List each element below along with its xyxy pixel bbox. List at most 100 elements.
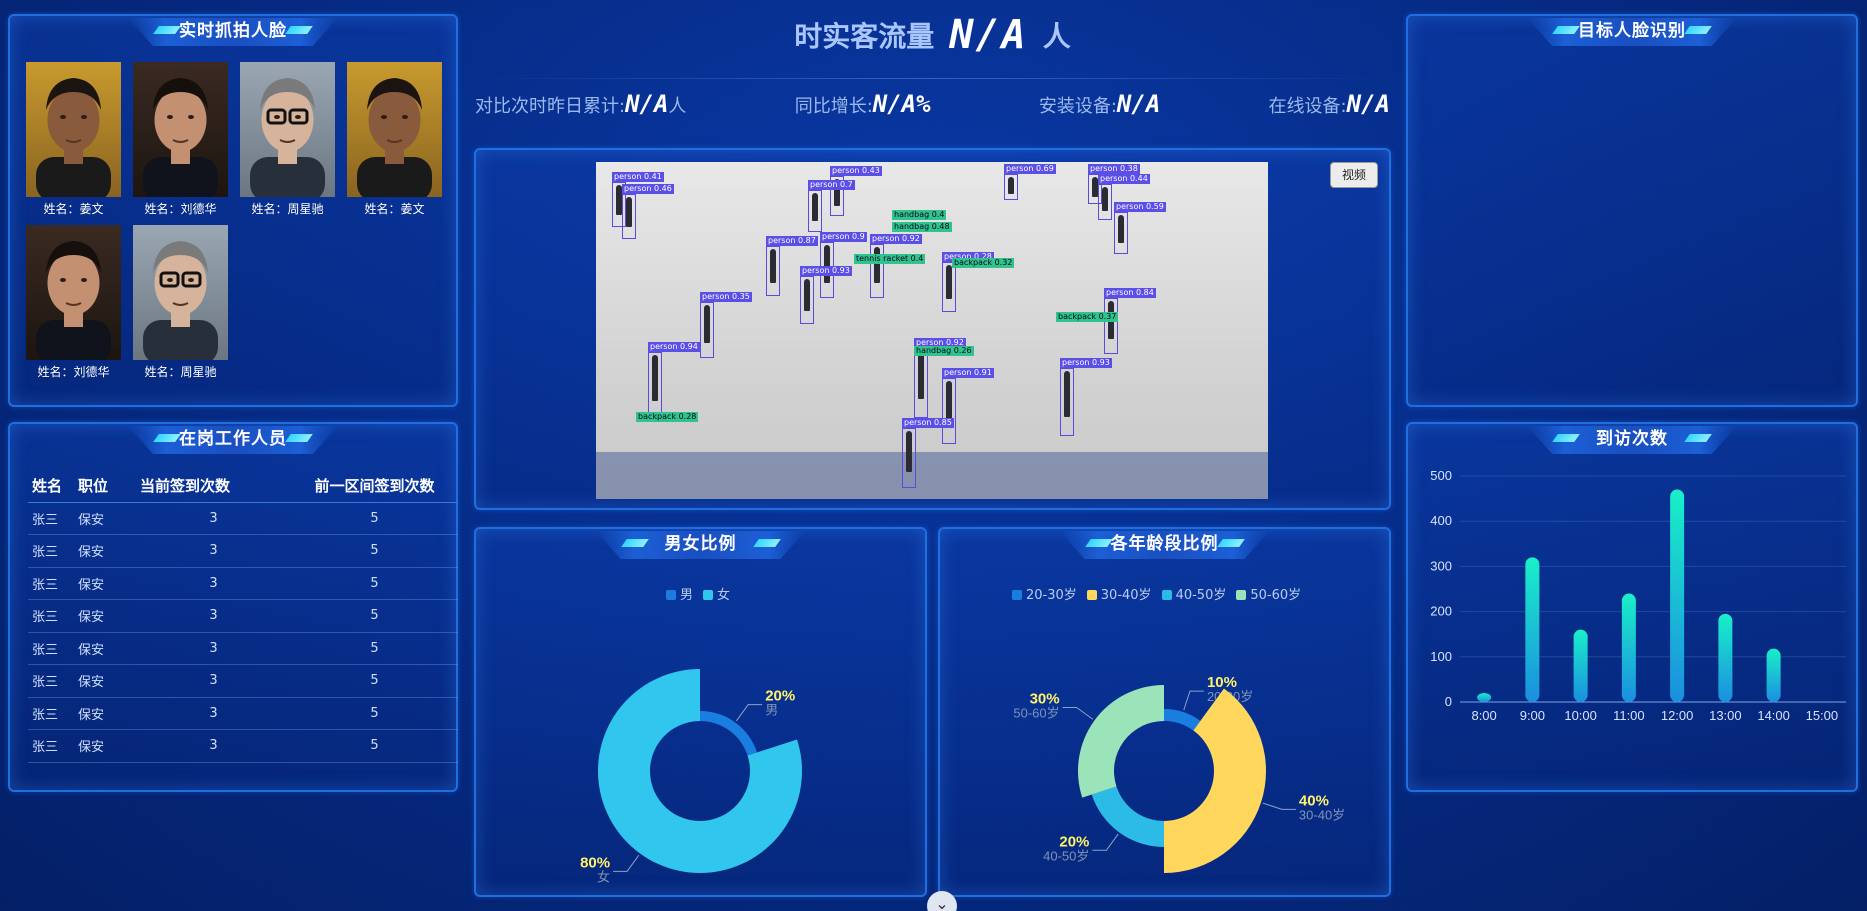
x-tick-label: 14:00 [1757, 708, 1790, 723]
face-card[interactable]: 姓名：姜文 [347, 62, 442, 217]
bar[interactable] [1573, 629, 1588, 702]
col-position: 职位 [74, 470, 136, 503]
face-name: 姓名：刘德华 [144, 202, 217, 216]
donut-slice[interactable] [1091, 786, 1164, 847]
cell-name: 张三 [28, 664, 74, 698]
table-header-row: 姓名 职位 当前签到次数 前一区间签到次数 [28, 470, 458, 503]
face-card[interactable]: 姓名：周星驰 [133, 225, 228, 380]
bar[interactable] [1621, 593, 1636, 702]
table-row[interactable]: 张三 保安 3 5 [28, 534, 458, 568]
cell-name: 张三 [28, 502, 74, 535]
stat-item: 同比增长:N/A% [795, 90, 931, 118]
col-current-checkins: 当前签到次数 [136, 470, 291, 503]
donut-slice[interactable] [1164, 709, 1201, 731]
cell-current-checkins: 3 [136, 729, 291, 763]
detection-label: person 0.87 [766, 236, 818, 246]
x-tick-label: 15:00 [1806, 708, 1839, 723]
label-leader-line [1062, 707, 1094, 720]
traffic-label: 时实客流量 [794, 20, 935, 53]
detection-box [648, 352, 662, 420]
table-row[interactable]: 张三 保安 3 5 [28, 697, 458, 730]
donut-slice[interactable] [700, 711, 758, 756]
donut-slice[interactable] [1078, 685, 1164, 798]
detection-label: person 0.92 [870, 234, 922, 244]
visits-panel: 到访次数 0 100 200 300 400 500 8:00 9:00 10:00 11:00 1… [1406, 422, 1858, 792]
x-tick-label: 12:00 [1661, 708, 1694, 723]
visits-panel-title: 到访次数 [1527, 426, 1737, 454]
detection-label: person 0.69 [1004, 164, 1056, 174]
cell-previous-checkins: 5 [291, 632, 458, 665]
face-card[interactable]: 姓名：周星驰 [240, 62, 335, 217]
detection-box [942, 378, 956, 444]
detection-box [1114, 212, 1128, 254]
table-row[interactable]: 张三 保安 3 5 [28, 599, 458, 633]
header-divider [475, 78, 1390, 79]
detection-box [902, 428, 916, 488]
cell-previous-checkins: 5 [291, 599, 458, 633]
cell-position: 保安 [74, 502, 136, 535]
y-tick-label: 400 [1430, 513, 1452, 528]
face-photo [240, 62, 335, 197]
label-leader-line [1092, 833, 1119, 851]
stat-unit: 人 [668, 96, 687, 117]
bar[interactable] [1766, 648, 1781, 702]
traffic-unit: 人 [1042, 20, 1071, 53]
x-tick-label: 9:00 [1520, 708, 1545, 723]
detection-label: person 0.93 [1060, 358, 1112, 368]
staff-panel-title: 在岗工作人员 [128, 426, 338, 454]
target-face-panel-title: 目标人脸识别 [1527, 18, 1737, 46]
y-tick-label: 500 [1430, 468, 1452, 483]
traffic-header: 时实客流量 N/A 人 [475, 12, 1390, 72]
age-donut-chart: 10%20-30岁40%30-40岁20%40-50岁30%50-60岁 [1013, 674, 1345, 873]
detection-label: handbag 0.4 [892, 210, 947, 220]
cell-previous-checkins: 5 [291, 729, 458, 763]
face-name: 姓名：姜文 [364, 202, 425, 216]
face-card[interactable]: 姓名：刘德华 [133, 62, 228, 217]
cell-previous-checkins: 5 [291, 534, 458, 568]
detection-video[interactable]: person 0.41 person 0.46 person 0.43 person … [596, 162, 1268, 499]
cell-current-checkins: 3 [136, 502, 291, 535]
detection-label: person 0.44 [1098, 174, 1150, 184]
y-tick-label: 200 [1430, 604, 1452, 619]
detection-label: person 0.84 [1104, 288, 1156, 298]
cell-current-checkins: 3 [136, 632, 291, 665]
faces-panel: 实时抓拍人脸 姓名：姜文 姓名：刘德华 姓名：周星驰 姓名：姜文 姓名：刘德华 姓名：周星… [8, 14, 458, 407]
slice-name-label: 男 [765, 703, 778, 718]
cell-previous-checkins: 5 [291, 664, 458, 698]
face-photo [133, 225, 228, 360]
bar[interactable] [1525, 557, 1540, 702]
table-row[interactable]: 张三 保安 3 5 [28, 664, 458, 698]
detection-label: person 0.93 [800, 266, 852, 276]
detection-label: backpack 0.37 [1056, 312, 1119, 322]
face-photo [26, 62, 121, 197]
table-row[interactable]: 张三 保安 3 5 [28, 729, 458, 763]
x-tick-label: 13:00 [1709, 708, 1742, 723]
stat-label: 对比次时昨日累计: [475, 96, 626, 117]
detection-label: person 0.35 [700, 292, 752, 302]
cell-name: 张三 [28, 534, 74, 568]
table-row[interactable]: 张三 保安 3 5 [28, 567, 458, 600]
face-card[interactable]: 姓名：姜文 [26, 62, 121, 217]
bar[interactable] [1718, 613, 1733, 702]
video-button[interactable]: 视频 [1330, 162, 1378, 188]
cell-name: 张三 [28, 599, 74, 633]
detection-box [1098, 184, 1112, 220]
table-row[interactable]: 张三 保安 3 5 [28, 502, 458, 535]
staff-table: 姓名 职位 当前签到次数 前一区间签到次数 张三 保安 3 5 张三 保安 3 5 张三 保安 3 5… [28, 470, 458, 763]
bar[interactable] [1477, 692, 1492, 702]
video-overlay [596, 452, 1268, 499]
cell-position: 保安 [74, 632, 136, 665]
bar[interactable] [1670, 489, 1685, 702]
gender-panel: 男女比例 男 女 20% 男 80% 女 [474, 527, 927, 897]
table-row[interactable]: 张三 保安 3 5 [28, 632, 458, 665]
label-leader-line [736, 704, 763, 722]
face-card[interactable]: 姓名：刘德华 [26, 225, 121, 380]
staff-panel: 在岗工作人员 姓名 职位 当前签到次数 前一区间签到次数 张三 保安 3 5 张三 保安 3… [8, 422, 458, 792]
target-face-panel: 目标人脸识别 [1406, 14, 1858, 407]
stat-label: 同比增长: [794, 96, 873, 117]
slice-name-label: 女 [597, 869, 610, 884]
faces-panel-title: 实时抓拍人脸 [128, 18, 338, 46]
detection-box [808, 190, 822, 232]
face-grid: 姓名：姜文 姓名：刘德华 姓名：周星驰 姓名：姜文 姓名：刘德华 姓名：周星驰 [26, 62, 442, 380]
cell-current-checkins: 3 [136, 567, 291, 600]
